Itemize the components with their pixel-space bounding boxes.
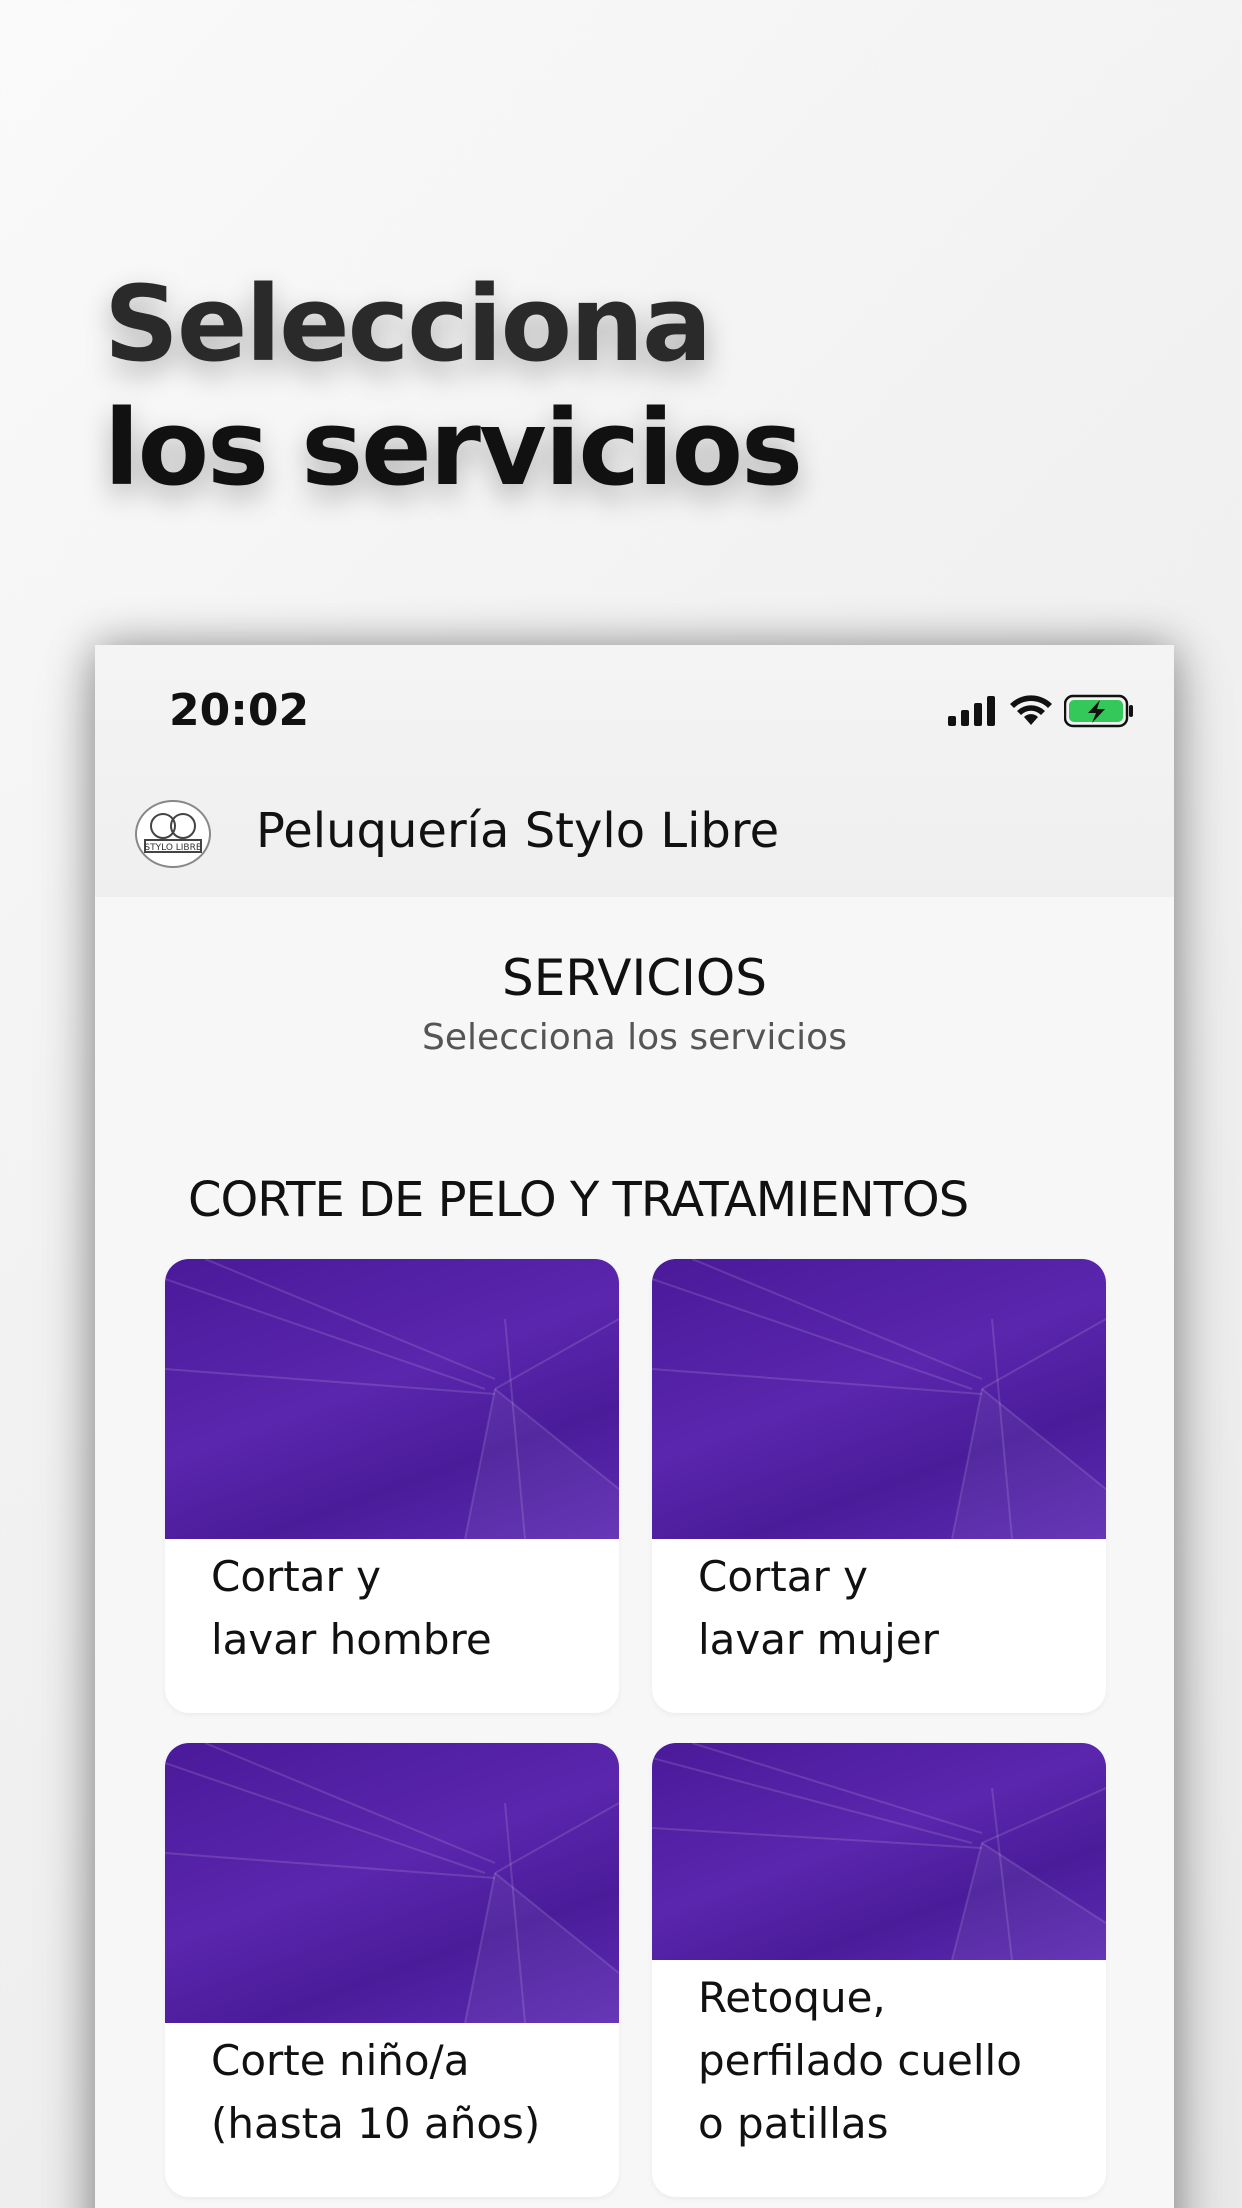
- hero-line-2: los servicios: [104, 387, 803, 509]
- signal-icon: [948, 696, 995, 726]
- service-image: [652, 1259, 1106, 1539]
- svg-text:STYLO LIBRE: STYLO LIBRE: [144, 843, 201, 853]
- service-label: Cortar y lavar hombre: [211, 1552, 492, 1664]
- service-card-cortar-lavar-hombre[interactable]: Cortar y lavar hombre: [165, 1259, 619, 1713]
- battery-charging-icon: [1064, 694, 1133, 728]
- category-title: CORTE DE PELO Y TRATAMIENTOS: [188, 1172, 969, 1228]
- service-image: [652, 1743, 1106, 1960]
- service-card-cortar-lavar-mujer[interactable]: Cortar y lavar mujer: [652, 1259, 1106, 1713]
- stylo-libre-logo: STYLO LIBRE: [144, 813, 202, 853]
- service-card-corte-nino[interactable]: Corte niño/a (hasta 10 años): [165, 1743, 619, 2197]
- app-logo: STYLO LIBRE: [135, 800, 211, 868]
- page-title: SERVICIOS: [501, 949, 768, 1007]
- wifi-icon: [1010, 695, 1052, 725]
- phone-screen: 20:02 STYLO LIBRE Peluquería Stylo Libre…: [95, 645, 1174, 2208]
- hero-line-1: Selecciona: [104, 263, 712, 385]
- service-image: [165, 1743, 619, 2023]
- service-label: Cortar y lavar mujer: [698, 1552, 939, 1664]
- app-title: Peluquería Stylo Libre: [256, 803, 780, 859]
- status-icons: [948, 693, 1134, 729]
- hero-heading: Selecciona los servicios: [104, 262, 803, 510]
- service-label: Corte niño/a (hasta 10 años): [211, 2036, 541, 2148]
- service-card-retoque[interactable]: Retoque, perfilado cuello o patillas: [652, 1743, 1106, 2197]
- page-subtitle: Selecciona los servicios: [422, 1017, 847, 1058]
- status-time: 20:02: [169, 685, 310, 736]
- top-bar: 20:02 STYLO LIBRE Peluquería Stylo Libre: [95, 645, 1174, 897]
- service-label: Retoque, perfilado cuello o patillas: [698, 1973, 1022, 2148]
- service-image: [165, 1259, 619, 1539]
